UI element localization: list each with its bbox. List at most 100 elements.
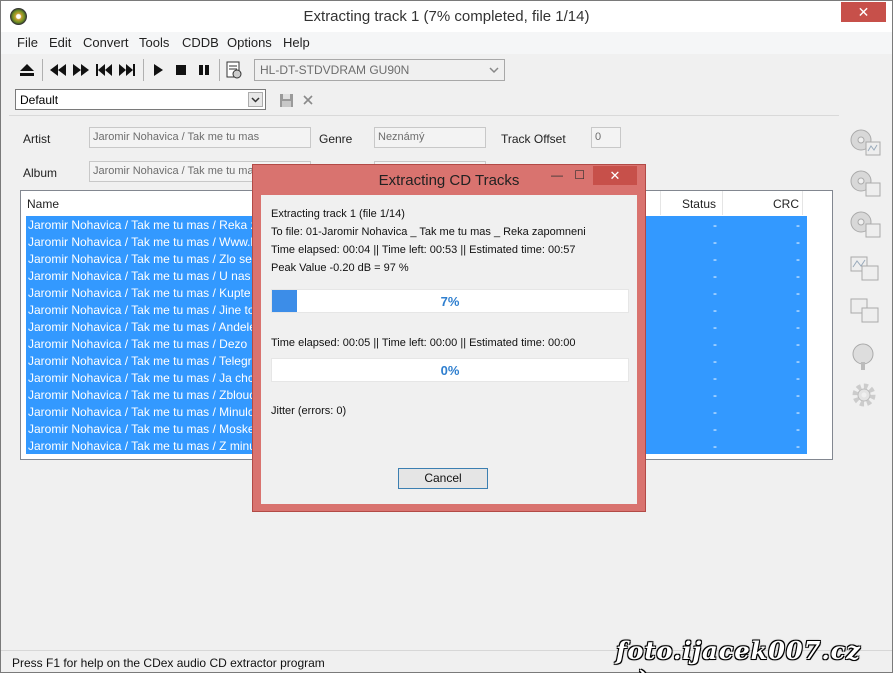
- delete-profile-icon[interactable]: [297, 89, 319, 111]
- extract-partial-track-icon[interactable]: [848, 208, 882, 240]
- menu-help[interactable]: Help: [283, 35, 310, 50]
- dialog-maximize-button[interactable]: ☐: [574, 168, 585, 182]
- track-crc: -: [796, 337, 800, 351]
- track-status: -: [713, 218, 717, 232]
- track-time-text: Time elapsed: 00:04 || Time left: 00:53 …: [271, 244, 576, 256]
- track-status: -: [713, 439, 717, 453]
- track-status: -: [713, 405, 717, 419]
- extracting-dialog: Extracting CD Tracks — ☐ ✕ Extracting tr…: [252, 164, 646, 512]
- extract-cd-to-wav-icon[interactable]: [848, 126, 882, 158]
- save-profile-icon[interactable]: [275, 89, 297, 111]
- track-name: Jaromir Nohavica / Tak me tu mas / Ja ch…: [28, 371, 274, 385]
- track-name: Jaromir Nohavica / Tak me tu mas / Zlo s…: [28, 252, 271, 266]
- artist-field[interactable]: Jaromir Nohavica / Tak me tu mas: [89, 127, 311, 148]
- track-name: Jaromir Nohavica / Tak me tu mas / Reka …: [28, 218, 277, 232]
- cd-drive-value: HL-DT-STDVDRAM GU90N: [260, 63, 410, 77]
- extract-cd-to-mp3-icon[interactable]: [848, 167, 882, 199]
- track-name: Jaromir Nohavica / Tak me tu mas / Dezo: [28, 337, 248, 351]
- genre-value: Neznámý: [378, 131, 425, 143]
- record-icon[interactable]: [848, 340, 882, 372]
- track-crc: -: [796, 235, 800, 249]
- rewind-icon[interactable]: [47, 59, 69, 81]
- chevron-down-icon: [487, 63, 501, 77]
- menu-bar: File Edit Convert Tools CDDB Options Hel…: [1, 32, 892, 54]
- cancel-button[interactable]: Cancel: [398, 468, 488, 489]
- track-crc: -: [796, 405, 800, 419]
- cd-info-icon[interactable]: [223, 59, 245, 81]
- track-crc: -: [796, 422, 800, 436]
- track-status: -: [713, 422, 717, 436]
- track-name: Jaromir Nohavica / Tak me tu mas / Www.l…: [28, 235, 274, 249]
- track-status: -: [713, 371, 717, 385]
- dialog-body: Extracting track 1 (file 1/14) To file: …: [261, 195, 637, 504]
- chevron-down-icon: [248, 92, 263, 107]
- track-status: -: [713, 354, 717, 368]
- track-name: Jaromir Nohavica / Tak me tu mas / Minul…: [28, 405, 264, 419]
- track-offset-field[interactable]: 0: [591, 127, 621, 148]
- cd-drive-select[interactable]: HL-DT-STDVDRAM GU90N: [254, 59, 505, 81]
- dialog-minimize-button[interactable]: —: [551, 168, 563, 182]
- track-status: -: [713, 269, 717, 283]
- track-name: Jaromir Nohavica / Tak me tu mas / Jine …: [28, 303, 278, 317]
- track-crc: -: [796, 286, 800, 300]
- track-status: -: [713, 320, 717, 334]
- status-text: Press F1 for help on the CDex audio CD e…: [12, 656, 325, 670]
- track-name: Jaromir Nohavica / Tak me tu mas / Moske…: [28, 422, 280, 436]
- track-status: -: [713, 388, 717, 402]
- track-name: Jaromir Nohavica / Tak me tu mas / U nas…: [28, 269, 277, 283]
- track-status: -: [713, 303, 717, 317]
- menu-options[interactable]: Options: [227, 35, 272, 50]
- track-crc: -: [796, 303, 800, 317]
- convert-mp3-to-wav-icon[interactable]: [848, 294, 882, 326]
- eject-icon[interactable]: [16, 59, 38, 81]
- jitter-text: Jitter (errors: 0): [271, 405, 347, 417]
- next-track-icon[interactable]: [116, 59, 138, 81]
- previous-track-icon[interactable]: [93, 59, 115, 81]
- track-progress-label: 7%: [440, 294, 460, 309]
- menu-file[interactable]: File: [17, 35, 38, 50]
- play-icon[interactable]: [147, 59, 169, 81]
- genre-label: Genre: [319, 132, 353, 146]
- artist-label: Artist: [23, 132, 51, 146]
- track-name: Jaromir Nohavica / Tak me tu mas / Teleg…: [28, 354, 269, 368]
- dialog-title: Extracting CD Tracks: [378, 172, 520, 189]
- track-name: Jaromir Nohavica / Tak me tu mas / Andel…: [28, 320, 279, 334]
- profile-value: Default: [20, 93, 59, 107]
- dialog-close-button[interactable]: ✕: [593, 166, 637, 185]
- track-status: -: [713, 252, 717, 266]
- fast-forward-icon[interactable]: [70, 59, 92, 81]
- track-status: -: [713, 337, 717, 351]
- convert-wav-to-mp3-icon[interactable]: [848, 252, 882, 284]
- menu-cddb[interactable]: CDDB: [182, 35, 219, 50]
- stop-icon[interactable]: [170, 59, 192, 81]
- column-header-status[interactable]: Status: [661, 191, 723, 215]
- track-status: -: [713, 286, 717, 300]
- track-crc: -: [796, 320, 800, 334]
- pause-icon[interactable]: [193, 59, 215, 81]
- menu-edit[interactable]: Edit: [49, 35, 71, 50]
- track-crc: -: [796, 371, 800, 385]
- track-name: Jaromir Nohavica / Tak me tu mas / Z min…: [28, 439, 276, 453]
- peak-value-text: Peak Value -0.20 dB = 97 %: [271, 262, 409, 274]
- total-progress-bar: 0%: [271, 358, 629, 382]
- track-crc: -: [796, 439, 800, 453]
- profile-select[interactable]: Default: [15, 89, 266, 110]
- title-bar: Extracting track 1 (7% completed, file 1…: [1, 1, 892, 32]
- track-name: Jaromir Nohavica / Tak me tu mas / Zblou…: [28, 388, 277, 402]
- track-name: Jaromir Nohavica / Tak me tu mas / Kupte…: [28, 286, 277, 300]
- track-crc: -: [796, 269, 800, 283]
- track-progress-bar: 7%: [271, 289, 629, 313]
- track-crc: -: [796, 354, 800, 368]
- side-toolbar: [844, 122, 886, 422]
- track-offset-label: Track Offset: [501, 132, 566, 146]
- watermark: foto.ijacek007.cz :-): [616, 636, 861, 673]
- column-header-crc[interactable]: CRC: [723, 191, 803, 215]
- window-close-button[interactable]: ✕: [841, 2, 886, 22]
- menu-tools[interactable]: Tools: [139, 35, 169, 50]
- settings-gear-icon[interactable]: [848, 380, 882, 412]
- track-crc: -: [796, 388, 800, 402]
- menu-convert[interactable]: Convert: [83, 35, 129, 50]
- genre-select[interactable]: Neznámý: [374, 127, 486, 148]
- window-title: Extracting track 1 (7% completed, file 1…: [303, 8, 590, 25]
- total-time-text: Time elapsed: 00:05 || Time left: 00:00 …: [271, 337, 576, 349]
